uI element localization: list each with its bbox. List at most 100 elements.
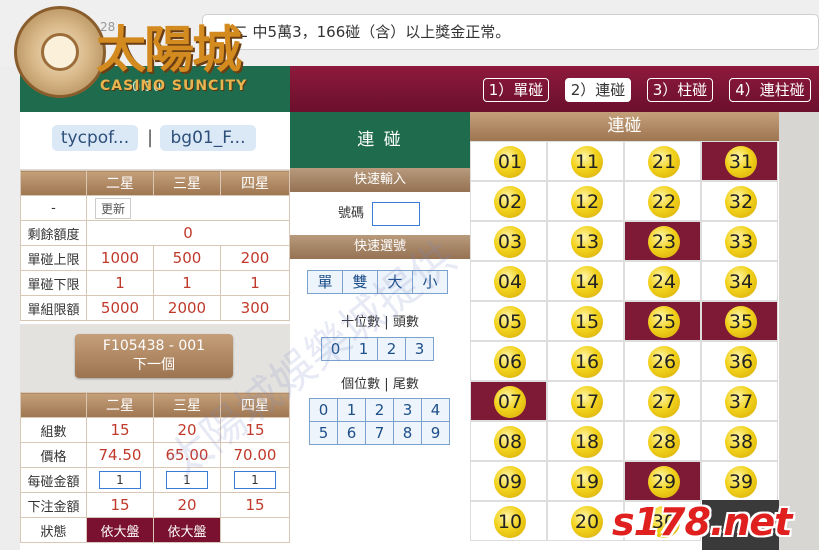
- number-cell[interactable]: 27: [624, 381, 701, 421]
- update-cell: 更新: [86, 195, 290, 221]
- units-5-button[interactable]: 5: [309, 421, 338, 445]
- big-button[interactable]: 大: [377, 270, 413, 294]
- number-ball: 05: [494, 306, 526, 338]
- right-gutter: [779, 112, 819, 550]
- number-cell[interactable]: 03: [470, 221, 547, 261]
- units-1-button[interactable]: 1: [337, 398, 366, 422]
- number-cell[interactable]: 29: [624, 461, 701, 501]
- tab-single-pair[interactable]: 1）單碰: [483, 78, 549, 102]
- number-cell[interactable]: 25: [624, 301, 701, 341]
- number-ball: 22: [648, 186, 680, 218]
- number-cell[interactable]: 01: [470, 141, 547, 181]
- logo-chinese-text: 太陽城: [96, 20, 242, 79]
- amount-input-two-star[interactable]: 1: [99, 471, 141, 489]
- units-2-button[interactable]: 2: [365, 398, 394, 422]
- number-cell[interactable]: 23: [624, 221, 701, 261]
- price-label: 價格: [20, 442, 87, 468]
- number-ball: 36: [725, 346, 757, 378]
- amount-cell-four-star: 1: [220, 467, 290, 493]
- tens-2-button[interactable]: 2: [377, 337, 406, 361]
- number-ball: 19: [571, 466, 603, 498]
- number-cell[interactable]: 31: [701, 141, 778, 181]
- number-cell[interactable]: 13: [547, 221, 624, 261]
- number-cell[interactable]: 05: [470, 301, 547, 341]
- subaccount-name: bg01_F...: [160, 125, 256, 151]
- number-cell[interactable]: 18: [547, 421, 624, 461]
- tab-column-pair[interactable]: 3）柱碰: [647, 78, 713, 102]
- number-cell[interactable]: 32: [701, 181, 778, 221]
- tab-multi-pair[interactable]: 2）連碰: [565, 78, 631, 102]
- tens-1-button[interactable]: 1: [349, 337, 378, 361]
- number-input[interactable]: [372, 202, 420, 226]
- number-cell[interactable]: 15: [547, 301, 624, 341]
- min-three-star: 1: [153, 270, 221, 296]
- grid-title: 連碰: [470, 112, 779, 141]
- next-button-code: F105438 - 001: [102, 338, 206, 354]
- quick-input-header: 快速輸入: [290, 168, 470, 192]
- odd-button[interactable]: 單: [307, 270, 343, 294]
- units-9-button[interactable]: 9: [421, 421, 450, 445]
- number-cell[interactable]: 17: [547, 381, 624, 421]
- number-cell[interactable]: 38: [701, 421, 778, 461]
- limits-header-four-star: 四星: [220, 170, 290, 196]
- units-8-button[interactable]: 8: [393, 421, 422, 445]
- number-cell[interactable]: 33: [701, 221, 778, 261]
- number-cell[interactable]: 34: [701, 261, 778, 301]
- number-ball: 34: [725, 266, 757, 298]
- next-button[interactable]: F105438 - 001 下一個: [75, 334, 233, 378]
- units-0-button[interactable]: 0: [309, 398, 338, 422]
- number-cell[interactable]: 39: [701, 461, 778, 501]
- number-ball: 29: [648, 466, 680, 498]
- number-cell[interactable]: 04: [470, 261, 547, 301]
- tens-0-button[interactable]: 0: [321, 337, 350, 361]
- number-ball: 10: [494, 506, 526, 538]
- number-cell[interactable]: 35: [701, 301, 778, 341]
- min-two-star: 1: [86, 270, 154, 296]
- amount-cell-two-star: 1: [86, 467, 154, 493]
- number-cell[interactable]: 08: [470, 421, 547, 461]
- number-cell[interactable]: 14: [547, 261, 624, 301]
- small-button[interactable]: 小: [412, 270, 448, 294]
- number-cell[interactable]: 37: [701, 381, 778, 421]
- bet-type-tabbar: 1）單碰 2）連碰 3）柱碰 4）連柱碰: [290, 66, 819, 112]
- number-cell[interactable]: 02: [470, 181, 547, 221]
- number-cell[interactable]: 06: [470, 341, 547, 381]
- units-6-button[interactable]: 6: [337, 421, 366, 445]
- number-cell[interactable]: 12: [547, 181, 624, 221]
- number-cell[interactable]: 36: [701, 341, 778, 381]
- update-button[interactable]: 更新: [95, 197, 132, 219]
- number-cell[interactable]: 10: [470, 501, 547, 541]
- limits-dash: -: [20, 195, 87, 221]
- price-four-star: 70.00: [220, 442, 290, 468]
- max-two-star: 1000: [86, 245, 154, 271]
- number-ball: 06: [494, 346, 526, 378]
- number-ball: 27: [648, 386, 680, 418]
- number-cell[interactable]: 22: [624, 181, 701, 221]
- number-grid: 連碰 01 02 03 04 05 06 07 08 09 10 11 12 13 14 15 16 17 18 1…: [470, 112, 779, 550]
- units-7-button[interactable]: 7: [365, 421, 394, 445]
- tab-multi-column-pair[interactable]: 4）連柱碰: [729, 78, 811, 102]
- number-cell[interactable]: 21: [624, 141, 701, 181]
- units-4-button[interactable]: 4: [421, 398, 450, 422]
- amount-input-three-star[interactable]: 1: [166, 471, 208, 489]
- group-limit-three-star: 2000: [153, 295, 221, 321]
- number-cell[interactable]: 26: [624, 341, 701, 381]
- units-3-button[interactable]: 3: [393, 398, 422, 422]
- even-button[interactable]: 雙: [342, 270, 378, 294]
- account-separator: |: [147, 127, 154, 148]
- number-cell[interactable]: 19: [547, 461, 624, 501]
- min-four-star: 1: [220, 270, 290, 296]
- number-cell[interactable]: 09: [470, 461, 547, 501]
- number-cell[interactable]: 28: [624, 421, 701, 461]
- tens-3-button[interactable]: 3: [405, 337, 434, 361]
- units-label: 個位數 | 尾數: [341, 377, 419, 392]
- amount-input-four-star[interactable]: 1: [234, 471, 276, 489]
- number-cell[interactable]: 24: [624, 261, 701, 301]
- tens-label: 十位數 | 頭數: [341, 315, 419, 330]
- number-cell[interactable]: 16: [547, 341, 624, 381]
- bets-header-blank: [20, 392, 87, 418]
- number-ball: 18: [571, 426, 603, 458]
- number-cell[interactable]: 07: [470, 381, 547, 421]
- number-cell[interactable]: 11: [547, 141, 624, 181]
- remaining-label: 剩餘額度: [20, 220, 87, 246]
